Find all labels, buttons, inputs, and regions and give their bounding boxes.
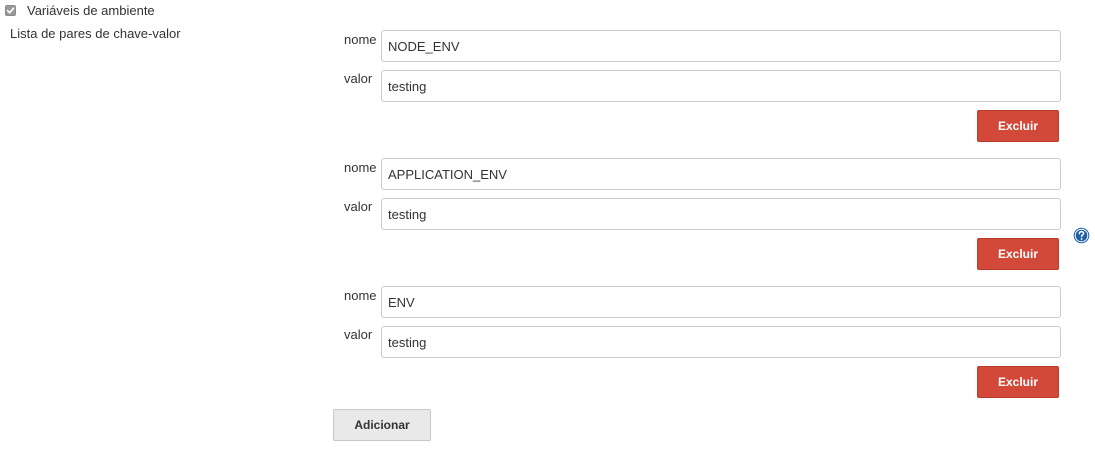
name-label: nome	[344, 32, 377, 47]
delete-pair-button[interactable]: Excluir	[977, 366, 1059, 398]
name-label: nome	[344, 288, 377, 303]
value-label: valor	[344, 199, 373, 214]
env-vars-checkbox-label: Variáveis de ambiente	[27, 2, 155, 18]
add-pair-button[interactable]: Adicionar	[333, 409, 431, 441]
env-value-input[interactable]	[381, 70, 1061, 102]
value-label: valor	[344, 327, 373, 342]
value-label: valor	[344, 71, 373, 86]
env-vars-checkbox[interactable]	[5, 4, 16, 16]
delete-pair-button[interactable]: Excluir	[977, 238, 1059, 270]
env-value-input[interactable]	[381, 326, 1061, 358]
env-vars-toggle[interactable]: Variáveis de ambiente	[5, 2, 155, 18]
help-icon[interactable]	[1073, 227, 1090, 244]
env-name-input[interactable]	[381, 30, 1061, 62]
env-name-input[interactable]	[381, 286, 1061, 318]
name-label: nome	[344, 160, 377, 175]
question-circle-icon	[1073, 227, 1090, 244]
env-name-input[interactable]	[381, 158, 1061, 190]
env-vars-panel: Variáveis de ambiente Lista de pares de …	[0, 0, 1095, 451]
checkmark-icon	[6, 6, 15, 13]
delete-pair-button[interactable]: Excluir	[977, 110, 1059, 142]
key-value-list-label: Lista de pares de chave-valor	[10, 26, 181, 41]
env-value-input[interactable]	[381, 198, 1061, 230]
